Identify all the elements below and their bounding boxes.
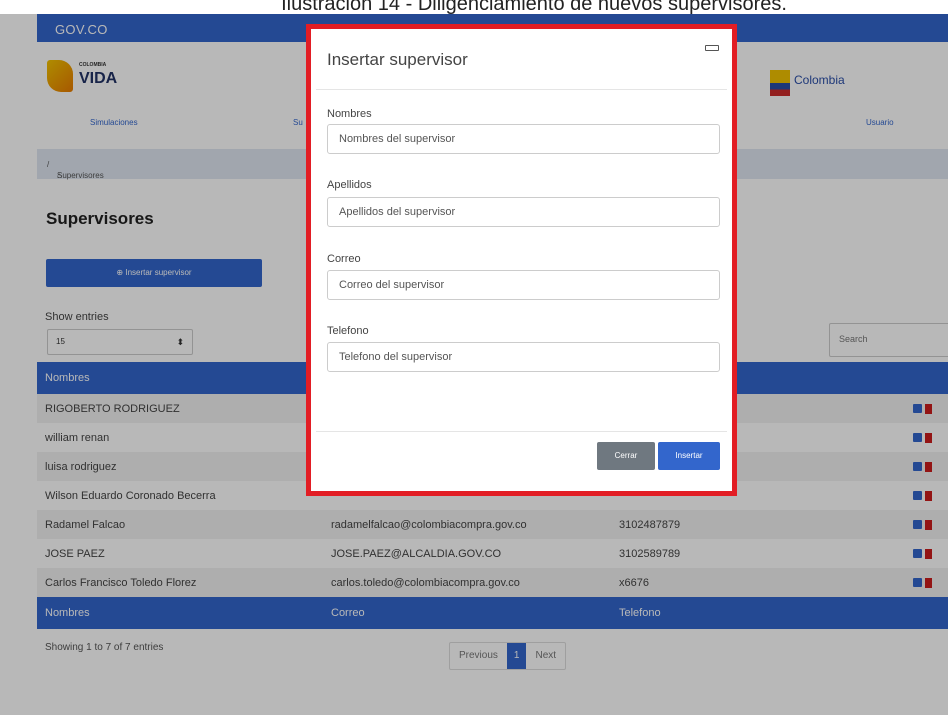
nombres-field[interactable]: Nombres del supervisor (327, 124, 720, 154)
modal-title: Insertar supervisor (327, 50, 468, 69)
apellidos-label: Apellidos (327, 179, 372, 191)
correo-field[interactable]: Correo del supervisor (327, 270, 720, 300)
insertar-button[interactable]: Insertar (658, 442, 720, 470)
apellidos-field[interactable]: Apellidos del supervisor (327, 197, 720, 227)
modal-divider (316, 89, 727, 90)
cerrar-button[interactable]: Cerrar (597, 442, 655, 470)
modal-footer-divider (316, 431, 727, 432)
figure-caption: Ilustración 14 - Diligenciamiento de nue… (0, 0, 948, 14)
correo-label: Correo (327, 253, 361, 265)
telefono-field[interactable]: Telefono del supervisor (327, 342, 720, 372)
nombres-label: Nombres (327, 108, 372, 120)
minimize-icon[interactable] (705, 45, 719, 51)
telefono-label: Telefono (327, 325, 369, 337)
insert-supervisor-modal: Insertar supervisor Nombres Nombres del … (316, 33, 727, 487)
